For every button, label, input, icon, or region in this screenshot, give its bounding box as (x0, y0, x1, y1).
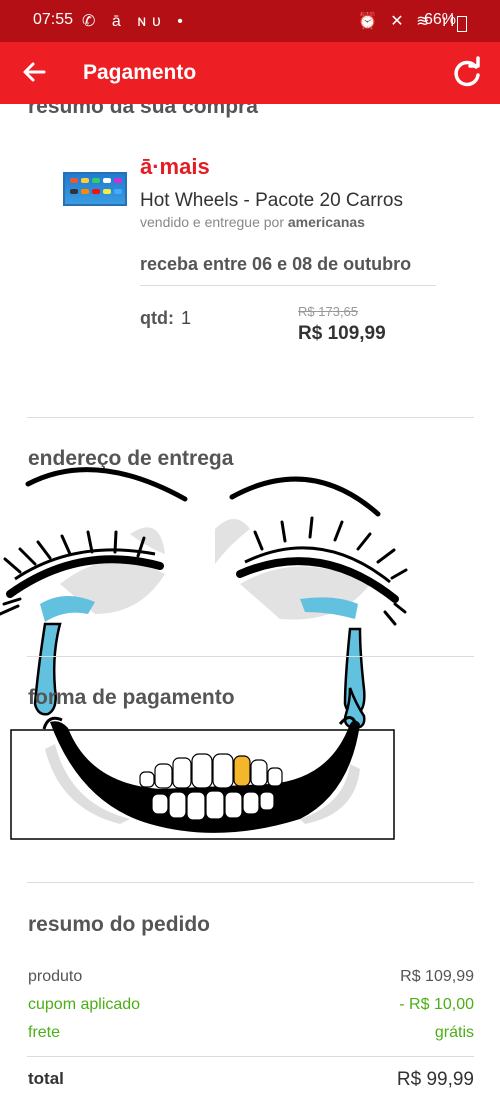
divider (140, 285, 436, 286)
left-tear-top (40, 595, 95, 622)
battery-percent: 66% (423, 11, 456, 28)
right-eyebrow (229, 476, 381, 517)
divider (27, 1056, 474, 1057)
app-bar: Pagamento (0, 42, 500, 104)
product-price: R$ 109,99 (298, 323, 386, 344)
summary-total: total R$ 99,99 (28, 1069, 474, 1090)
summary-row-shipping: frete grátis (28, 1024, 474, 1041)
summary-row-coupon: cupom aplicado - R$ 10,00 (28, 996, 474, 1013)
back-arrow-icon[interactable] (18, 56, 50, 88)
delivery-estimate: receba entre 06 e 08 de outubro (140, 254, 412, 274)
product-name[interactable]: Hot Wheels - Pacote 20 Carros (140, 190, 403, 212)
smile-drawing (10, 687, 395, 840)
battery-icon (457, 16, 467, 32)
notification-icons: ✆ ā ɴᴜ • (82, 13, 189, 30)
quantity-value[interactable]: 1 (181, 308, 191, 329)
clock: 07:55 (33, 11, 74, 28)
checkout-content: resumo da sua compra ā·mais Hot Wheels -… (0, 104, 500, 1111)
product-thumbnail[interactable] (63, 172, 127, 206)
page-title: Pagamento (83, 61, 197, 84)
seller-info: vendido e entregue por americanas (140, 214, 365, 230)
old-price: R$ 173,65 (298, 304, 358, 319)
status-bar: 07:55 ✆ ā ɴᴜ • ⏰ ✕ ≋ ıl 66% (0, 0, 500, 42)
summary-row-product: produto R$ 109,99 (28, 968, 474, 985)
seller-name: americanas (287, 214, 365, 230)
quantity-label: qtd: (140, 308, 174, 328)
brand-logo: ā·mais (140, 154, 210, 179)
purchase-summary-title: resumo da sua compra (28, 104, 258, 118)
order-summary-title: resumo do pedido (28, 913, 211, 936)
divider (27, 882, 474, 883)
divider (27, 656, 474, 657)
refresh-icon[interactable] (450, 56, 484, 90)
divider (27, 417, 474, 418)
left-eyebrow (25, 467, 188, 502)
